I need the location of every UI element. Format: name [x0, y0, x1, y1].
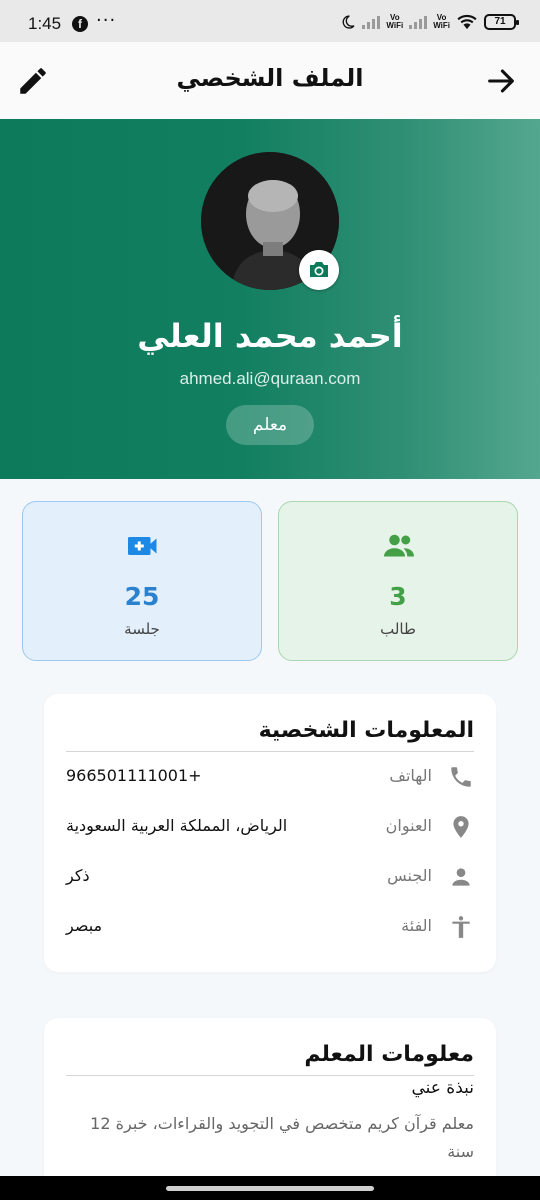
sessions-stat-card[interactable]: 25 جلسة [22, 501, 262, 661]
vowifi-icon: Vo WiFi [433, 13, 450, 30]
signal-icon [362, 15, 381, 29]
category-value: مبصر [66, 916, 103, 935]
facebook-notification-icon: f [72, 16, 88, 32]
wifi-icon [457, 14, 477, 30]
phone-label: الهاتف [389, 766, 432, 785]
video-camera-icon [128, 537, 157, 555]
category-label: الفئة [401, 916, 432, 935]
gender-row: الجنس ذكر [66, 862, 474, 892]
category-row: الفئة مبصر [66, 912, 474, 942]
gender-value: ذكر [66, 866, 90, 885]
personal-info-card: المعلومات الشخصية الهاتف 966501111001+ ا… [44, 694, 496, 972]
status-bar: 1:45 f ··· Vo WiFi Vo WiFi 71 [0, 0, 540, 42]
accessibility-icon [452, 916, 470, 938]
profile-header: أحمد محمد العلي ahmed.ali@quraan.com معل… [0, 119, 540, 479]
signal-icon [409, 15, 428, 29]
navigation-bar [0, 1176, 540, 1200]
divider [66, 1075, 474, 1076]
divider [66, 751, 474, 752]
personal-info-title: المعلومات الشخصية [258, 718, 474, 743]
about-label: نبذة عني [411, 1078, 474, 1098]
home-gesture-handle[interactable] [166, 1186, 374, 1191]
students-label: طالب [380, 620, 416, 638]
sessions-label: جلسة [124, 620, 160, 638]
phone-row: الهاتف 966501111001+ [66, 762, 474, 792]
role-badge: معلم [226, 405, 314, 445]
person-icon [452, 868, 470, 886]
app-bar: الملف الشخصي [0, 42, 540, 119]
battery-icon: 71 [484, 14, 519, 30]
location-pin-icon [453, 816, 469, 838]
profile-email: ahmed.ali@quraan.com [179, 369, 361, 388]
vowifi-icon: Vo WiFi [386, 13, 404, 30]
students-stat-card[interactable]: 3 طالب [278, 501, 518, 661]
address-value: الرياض، المملكة العربية السعودية [66, 816, 288, 835]
camera-icon[interactable] [299, 250, 339, 290]
address-row: العنوان الرياض، المملكة العربية السعودية [66, 812, 474, 842]
page-title: الملف الشخصي [176, 64, 364, 92]
people-icon [384, 534, 414, 557]
more-notifications-icon: ··· [96, 10, 117, 31]
moon-icon [342, 15, 355, 29]
address-label: العنوان [385, 816, 432, 835]
sessions-count: 25 [124, 582, 160, 611]
gender-label: الجنس [387, 866, 432, 885]
phone-value: 966501111001+ [66, 766, 202, 785]
status-time: 1:45 [28, 14, 62, 33]
phone-icon [451, 767, 471, 787]
arrow-forward-icon[interactable] [484, 64, 518, 98]
status-icons: Vo WiFi Vo WiFi 71 [340, 12, 519, 32]
profile-name: أحمد محمد العلي [137, 317, 403, 355]
students-count: 3 [389, 582, 407, 611]
about-text: معلم قرآن كريم متخصص في التجويد والقراءا… [90, 1114, 474, 1161]
teacher-info-title: معلومات المعلم [304, 1042, 474, 1067]
teacher-info-card: معلومات المعلم نبذة عني معلم قرآن كريم م… [44, 1018, 496, 1200]
